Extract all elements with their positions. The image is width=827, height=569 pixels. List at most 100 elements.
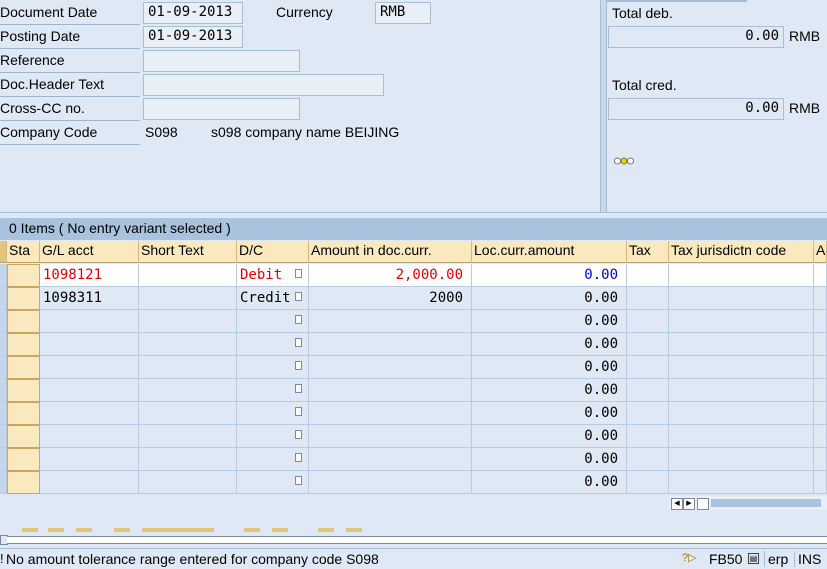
column-header-tax-jurisdiction[interactable]: Tax jurisdictn code	[669, 241, 814, 263]
tax-cell[interactable]	[627, 425, 669, 448]
gl-acct-cell[interactable]	[40, 471, 139, 494]
row-selector[interactable]	[0, 402, 7, 425]
column-header-tax[interactable]: Tax	[627, 241, 669, 263]
tax-jurisdiction-cell[interactable]	[669, 402, 814, 425]
tax-cell[interactable]	[627, 356, 669, 379]
short-text-cell[interactable]	[139, 425, 237, 448]
tax-jurisdiction-cell[interactable]	[669, 356, 814, 379]
short-text-cell[interactable]	[139, 287, 237, 310]
amount-doc-cell[interactable]	[309, 471, 472, 494]
amount-doc-cell[interactable]	[309, 310, 472, 333]
amount-doc-cell[interactable]: 2,000.00	[309, 264, 472, 287]
short-text-cell[interactable]	[139, 379, 237, 402]
column-header-assignment[interactable]: As	[814, 241, 827, 263]
assignment-cell[interactable]	[814, 310, 827, 333]
toolbar-button[interactable]	[48, 528, 64, 532]
toolbar-button[interactable]	[318, 528, 334, 532]
status-mode[interactable]: INS	[794, 551, 821, 567]
short-text-cell[interactable]	[139, 310, 237, 333]
dc-cell[interactable]	[237, 356, 309, 379]
dc-cell[interactable]	[237, 425, 309, 448]
doc-header-text-field[interactable]	[143, 74, 384, 96]
toolbar-button[interactable]	[114, 528, 130, 532]
short-text-cell[interactable]	[139, 448, 237, 471]
row-selector[interactable]	[0, 379, 7, 402]
gl-acct-cell[interactable]	[40, 333, 139, 356]
status-cell[interactable]	[7, 379, 40, 402]
amount-doc-cell[interactable]	[309, 379, 472, 402]
tax-jurisdiction-cell[interactable]	[669, 333, 814, 356]
document-date-field[interactable]: 01-09-2013	[143, 2, 243, 24]
horizontal-scrollbar[interactable]: ◀ ▶	[669, 496, 827, 510]
row-selector[interactable]	[0, 425, 7, 448]
loc-amount-cell[interactable]: 0.00	[472, 402, 627, 425]
scroll-thumb[interactable]	[697, 498, 709, 510]
short-text-cell[interactable]	[139, 333, 237, 356]
gl-acct-cell[interactable]: 1098311	[40, 287, 139, 310]
short-text-cell[interactable]	[139, 471, 237, 494]
tax-jurisdiction-cell[interactable]	[669, 287, 814, 310]
amount-doc-cell[interactable]	[309, 356, 472, 379]
tax-cell[interactable]	[627, 402, 669, 425]
dc-cell[interactable]	[237, 448, 309, 471]
amount-doc-cell[interactable]	[309, 333, 472, 356]
scroll-track[interactable]	[711, 499, 821, 507]
row-selector[interactable]	[0, 264, 7, 287]
posting-date-field[interactable]: 01-09-2013	[143, 26, 243, 48]
loc-amount-cell[interactable]: 0.00	[472, 333, 627, 356]
status-cell[interactable]	[7, 448, 40, 471]
column-header-status[interactable]: Sta	[7, 241, 40, 263]
column-header-short-text[interactable]: Short Text	[139, 241, 237, 263]
dropdown-icon[interactable]	[295, 476, 302, 485]
currency-field[interactable]: RMB	[375, 2, 431, 24]
status-cell[interactable]	[7, 356, 40, 379]
row-selector[interactable]	[0, 356, 7, 379]
status-cell[interactable]	[7, 471, 40, 494]
dropdown-icon[interactable]	[295, 269, 302, 278]
tax-jurisdiction-cell[interactable]	[669, 379, 814, 402]
amount-doc-cell[interactable]	[309, 402, 472, 425]
dropdown-icon[interactable]	[295, 453, 302, 462]
gl-acct-cell[interactable]	[40, 425, 139, 448]
assignment-cell[interactable]	[814, 287, 827, 310]
status-message[interactable]: No amount tolerance range entered for co…	[6, 551, 379, 567]
tax-cell[interactable]	[627, 264, 669, 287]
column-header-amount-doc[interactable]: Amount in doc.curr.	[309, 241, 472, 263]
dc-cell[interactable]	[237, 379, 309, 402]
dropdown-icon[interactable]	[295, 315, 302, 324]
tax-jurisdiction-cell[interactable]	[669, 448, 814, 471]
dc-cell[interactable]	[237, 333, 309, 356]
tax-cell[interactable]	[627, 379, 669, 402]
tax-jurisdiction-cell[interactable]	[669, 310, 814, 333]
tax-cell[interactable]	[627, 310, 669, 333]
loc-amount-cell[interactable]: 0.00	[472, 287, 627, 310]
loc-amount-cell[interactable]: 0.00	[472, 264, 627, 287]
amount-doc-cell[interactable]: 2000	[309, 287, 472, 310]
dropdown-icon[interactable]	[295, 361, 302, 370]
toolbar-button[interactable]	[244, 528, 260, 532]
loc-amount-cell[interactable]: 0.00	[472, 379, 627, 402]
status-cell[interactable]	[7, 402, 40, 425]
loc-amount-cell[interactable]: 0.00	[472, 471, 627, 494]
row-selector[interactable]	[0, 287, 7, 310]
gl-acct-cell[interactable]	[40, 448, 139, 471]
dc-cell[interactable]	[237, 402, 309, 425]
assignment-cell[interactable]	[814, 471, 827, 494]
amount-doc-cell[interactable]	[309, 448, 472, 471]
tax-cell[interactable]	[627, 471, 669, 494]
dc-cell[interactable]: Credit	[237, 287, 309, 310]
scroll-right-button[interactable]: ▶	[683, 498, 695, 510]
status-cell[interactable]	[7, 333, 40, 356]
dropdown-icon[interactable]	[295, 430, 302, 439]
row-selector[interactable]	[0, 471, 7, 494]
assignment-cell[interactable]	[814, 333, 827, 356]
row-selector[interactable]	[0, 448, 7, 471]
row-selector[interactable]	[0, 333, 7, 356]
loc-amount-cell[interactable]: 0.00	[472, 448, 627, 471]
column-header-gl-acct[interactable]: G/L acct	[40, 241, 139, 263]
status-cell[interactable]	[7, 264, 40, 287]
status-cell[interactable]	[7, 310, 40, 333]
gl-acct-cell[interactable]: 1098121	[40, 264, 139, 287]
scroll-left-button[interactable]: ◀	[671, 498, 683, 510]
gl-acct-cell[interactable]	[40, 402, 139, 425]
